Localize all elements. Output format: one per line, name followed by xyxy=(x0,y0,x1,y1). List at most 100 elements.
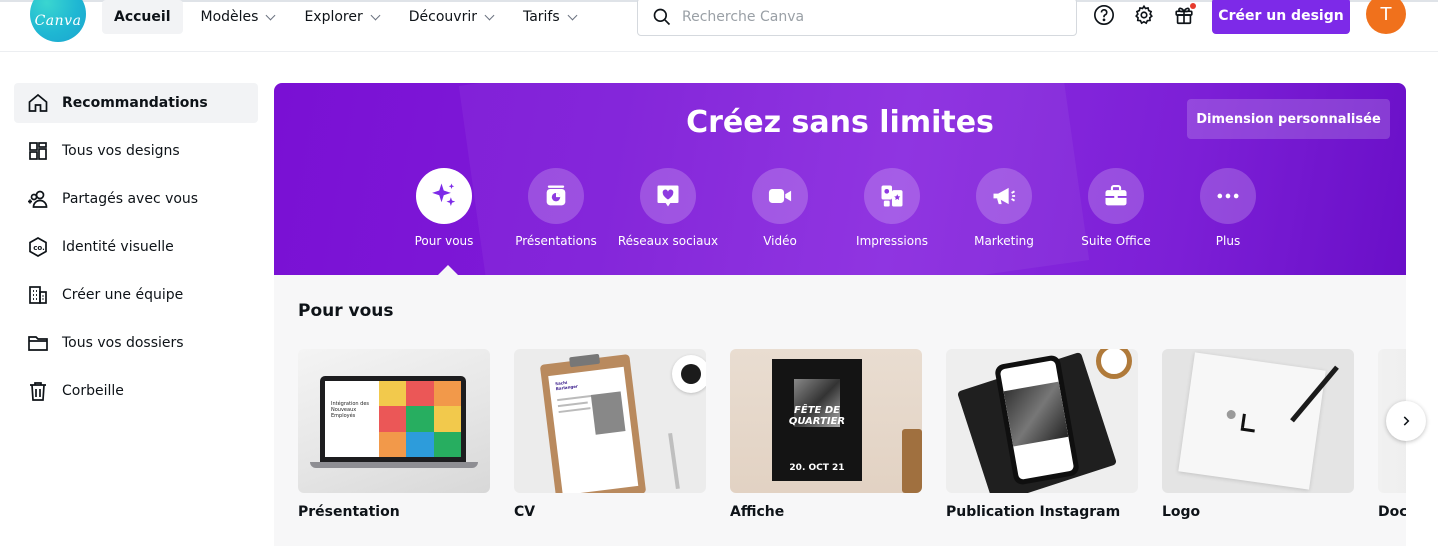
nav-decouvrir-label: Découvrir xyxy=(408,9,477,25)
category-circle xyxy=(416,168,472,224)
card-thumbnail xyxy=(946,349,1138,493)
card-label: Présentation xyxy=(298,504,400,520)
search-box[interactable] xyxy=(637,0,1077,36)
card-publication-instagram[interactable]: Publication Instagram xyxy=(946,349,1138,520)
category-suite-office[interactable]: Suite Office xyxy=(1060,168,1172,248)
hero-banner: Créez sans limites Dimension personnalis… xyxy=(274,83,1406,275)
header-icons xyxy=(1092,3,1212,27)
brand-kit-icon: co. xyxy=(29,237,47,257)
category-plus[interactable]: Plus xyxy=(1172,168,1284,248)
building-icon xyxy=(29,286,47,304)
pencil-cup xyxy=(902,429,922,493)
nav-modeles[interactable]: Modèles xyxy=(189,0,287,34)
sidebar-item-label: Identité visuelle xyxy=(62,239,174,255)
category-label: Présentations xyxy=(515,234,597,248)
heart-chat-icon xyxy=(657,185,679,207)
thumb-text: 20. OCT 21 xyxy=(789,463,845,473)
pen xyxy=(668,432,680,490)
thumb-text: QUARTIER xyxy=(788,416,846,427)
chevron-down-icon xyxy=(484,10,495,20)
nav-accueil[interactable]: Accueil xyxy=(102,0,183,34)
nav-accueil-label: Accueil xyxy=(114,9,171,25)
sidebar-item-label: Tous vos designs xyxy=(62,143,180,159)
folder-icon xyxy=(28,336,48,351)
card-cv[interactable]: Sachi Barlanger CV xyxy=(514,349,706,520)
briefcase-icon xyxy=(1105,185,1127,206)
search-input[interactable] xyxy=(682,9,1062,25)
laptop-screen: Intégration des Nouveaux Employés xyxy=(320,376,466,462)
notification-dot xyxy=(1190,3,1196,9)
sidebar: Recommandations Tous vos designs Partagé… xyxy=(14,83,258,419)
help-icon[interactable] xyxy=(1092,3,1116,27)
nav-tarifs-label: Tarifs xyxy=(522,9,560,25)
carousel-next-button[interactable] xyxy=(1386,401,1426,441)
sidebar-item-dossiers[interactable]: Tous vos dossiers xyxy=(14,323,258,363)
sidebar-item-label: Recommandations xyxy=(62,95,208,111)
watch xyxy=(1096,349,1132,379)
more-dots-icon xyxy=(1217,193,1239,199)
sidebar-item-label: Corbeille xyxy=(62,383,124,399)
sidebar-item-partages[interactable]: Partagés avec vous xyxy=(14,179,258,219)
megaphone-icon xyxy=(993,187,1016,205)
chevron-down-icon xyxy=(370,10,381,20)
video-camera-icon xyxy=(768,189,792,203)
category-circle xyxy=(1200,168,1256,224)
card-presentation[interactable]: Intégration des Nouveaux Employés Présen… xyxy=(298,349,490,520)
canva-logo[interactable]: Canva xyxy=(30,0,86,42)
category-label: Pour vous xyxy=(414,234,474,248)
category-label: Vidéo xyxy=(763,234,797,248)
card-label: CV xyxy=(514,504,536,520)
avatar[interactable]: T xyxy=(1366,0,1406,34)
gift-icon[interactable] xyxy=(1172,3,1196,27)
card-label: Affiche xyxy=(730,504,785,520)
nav-tarifs[interactable]: Tarifs xyxy=(511,0,588,34)
card-affiche[interactable]: FÊTE DE QUARTIER 20. OCT 21 Affiche xyxy=(730,349,922,520)
category-circle xyxy=(528,168,584,224)
category-impressions[interactable]: Impressions xyxy=(836,168,948,248)
category-video[interactable]: Vidéo xyxy=(724,168,836,248)
section-title: Pour vous xyxy=(298,301,394,321)
category-marketing[interactable]: Marketing xyxy=(948,168,1060,248)
category-label: Réseaux sociaux xyxy=(617,234,719,248)
category-list: Pour vous Présentations Réseaux sociaux … xyxy=(388,168,1284,248)
sidebar-item-tous-vos-designs[interactable]: Tous vos designs xyxy=(14,131,258,171)
card-label: Publication Instagram xyxy=(946,504,1121,520)
sidebar-item-corbeille[interactable]: Corbeille xyxy=(14,371,258,411)
chevron-down-icon xyxy=(567,10,578,20)
card-thumbnail: FÊTE DE QUARTIER 20. OCT 21 xyxy=(730,349,922,493)
category-pour-vous[interactable]: Pour vous xyxy=(388,168,500,248)
card-thumbnail: Sachi Barlanger xyxy=(514,349,706,493)
presentation-icon xyxy=(546,185,566,206)
laptop-base xyxy=(310,462,478,468)
category-label: Plus xyxy=(1215,234,1241,248)
nav-explorer-label: Explorer xyxy=(304,9,363,25)
shared-users-icon xyxy=(28,190,48,208)
category-circle xyxy=(752,168,808,224)
nav-modeles-label: Modèles xyxy=(200,9,259,25)
sidebar-item-label: Créer une équipe xyxy=(62,287,184,303)
nav-decouvrir[interactable]: Découvrir xyxy=(397,0,505,34)
sidebar-item-identite[interactable]: co. Identité visuelle xyxy=(14,227,258,267)
category-presentations[interactable]: Présentations xyxy=(500,168,612,248)
search-icon xyxy=(653,8,671,26)
card-thumbnail xyxy=(1162,349,1354,493)
for-you-section: Pour vous Intégration des Nouveaux Emplo… xyxy=(274,275,1406,546)
logo-text: Canva xyxy=(34,13,82,29)
category-label: Suite Office xyxy=(1081,234,1151,248)
coffee-cup xyxy=(672,355,706,393)
home-icon xyxy=(28,93,48,112)
category-label: Marketing xyxy=(974,234,1034,248)
card-logo[interactable]: Logo xyxy=(1162,349,1354,520)
category-circle xyxy=(864,168,920,224)
create-design-button[interactable]: Créer un design xyxy=(1212,0,1350,34)
category-circle xyxy=(976,168,1032,224)
custom-size-button[interactable]: Dimension personnalisée xyxy=(1187,99,1390,139)
sidebar-item-equipe[interactable]: Créer une équipe xyxy=(14,275,258,315)
chevron-right-icon xyxy=(1403,416,1410,426)
category-reseaux-sociaux[interactable]: Réseaux sociaux xyxy=(612,168,724,248)
nav-explorer[interactable]: Explorer xyxy=(292,0,390,34)
clipboard: Sachi Barlanger xyxy=(539,353,647,493)
thumb-text: FÊTE DE xyxy=(794,405,840,416)
sidebar-item-recommandations[interactable]: Recommandations xyxy=(14,83,258,123)
gear-icon[interactable] xyxy=(1132,3,1156,27)
